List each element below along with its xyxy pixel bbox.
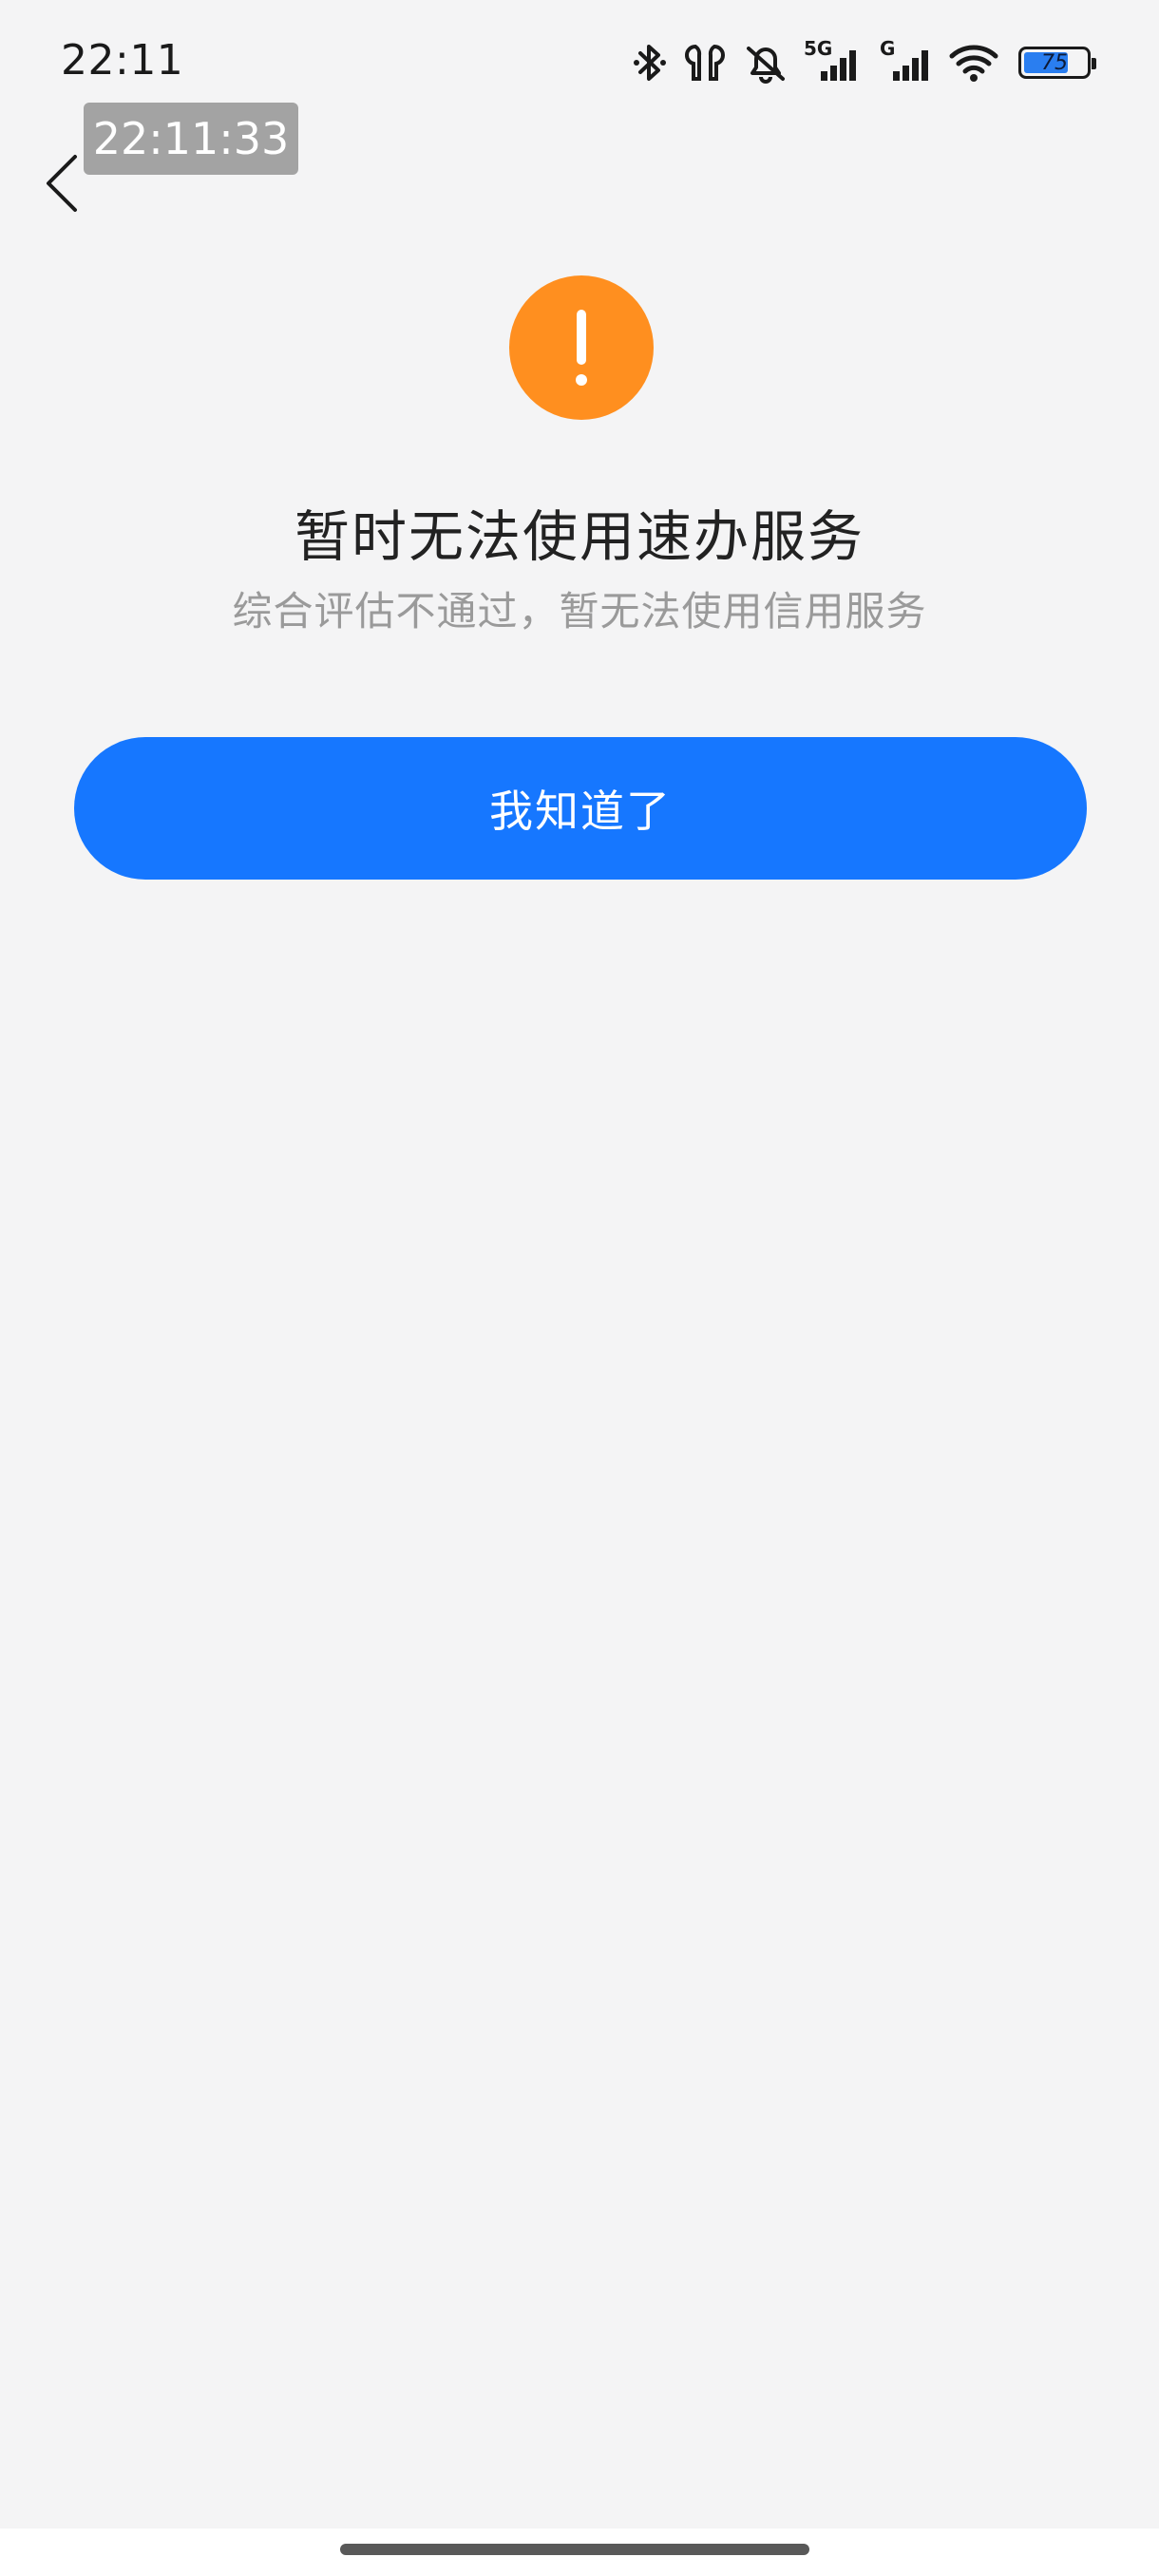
mute-icon bbox=[741, 41, 790, 85]
chevron-left-icon bbox=[43, 153, 81, 218]
back-button[interactable] bbox=[28, 142, 95, 228]
warning-exclamation-icon bbox=[509, 275, 654, 420]
home-indicator[interactable] bbox=[340, 2544, 809, 2555]
result-message: 综合评估不通过，暂无法使用信用服务 bbox=[232, 588, 927, 635]
bluetooth-icon bbox=[631, 41, 669, 85]
status-icons: 5G G 75 bbox=[631, 37, 1096, 87]
battery-level: 75 bbox=[1041, 50, 1068, 75]
wifi-icon bbox=[948, 41, 999, 85]
navigation-bar bbox=[0, 2529, 1159, 2576]
exclamation-dot bbox=[576, 374, 587, 386]
earbuds-icon bbox=[682, 41, 728, 85]
exclamation-bar bbox=[577, 310, 586, 365]
timestamp-overlay: 22:11:33 bbox=[84, 103, 298, 175]
signal-g-icon: G bbox=[876, 37, 935, 85]
confirm-button[interactable]: 我知道了 bbox=[74, 737, 1087, 880]
battery-icon: 75 bbox=[1018, 47, 1096, 79]
status-time: 22:11 bbox=[61, 36, 184, 85]
signal-5g-icon: 5G bbox=[804, 37, 863, 85]
result-title: 暂时无法使用速办服务 bbox=[294, 504, 864, 569]
